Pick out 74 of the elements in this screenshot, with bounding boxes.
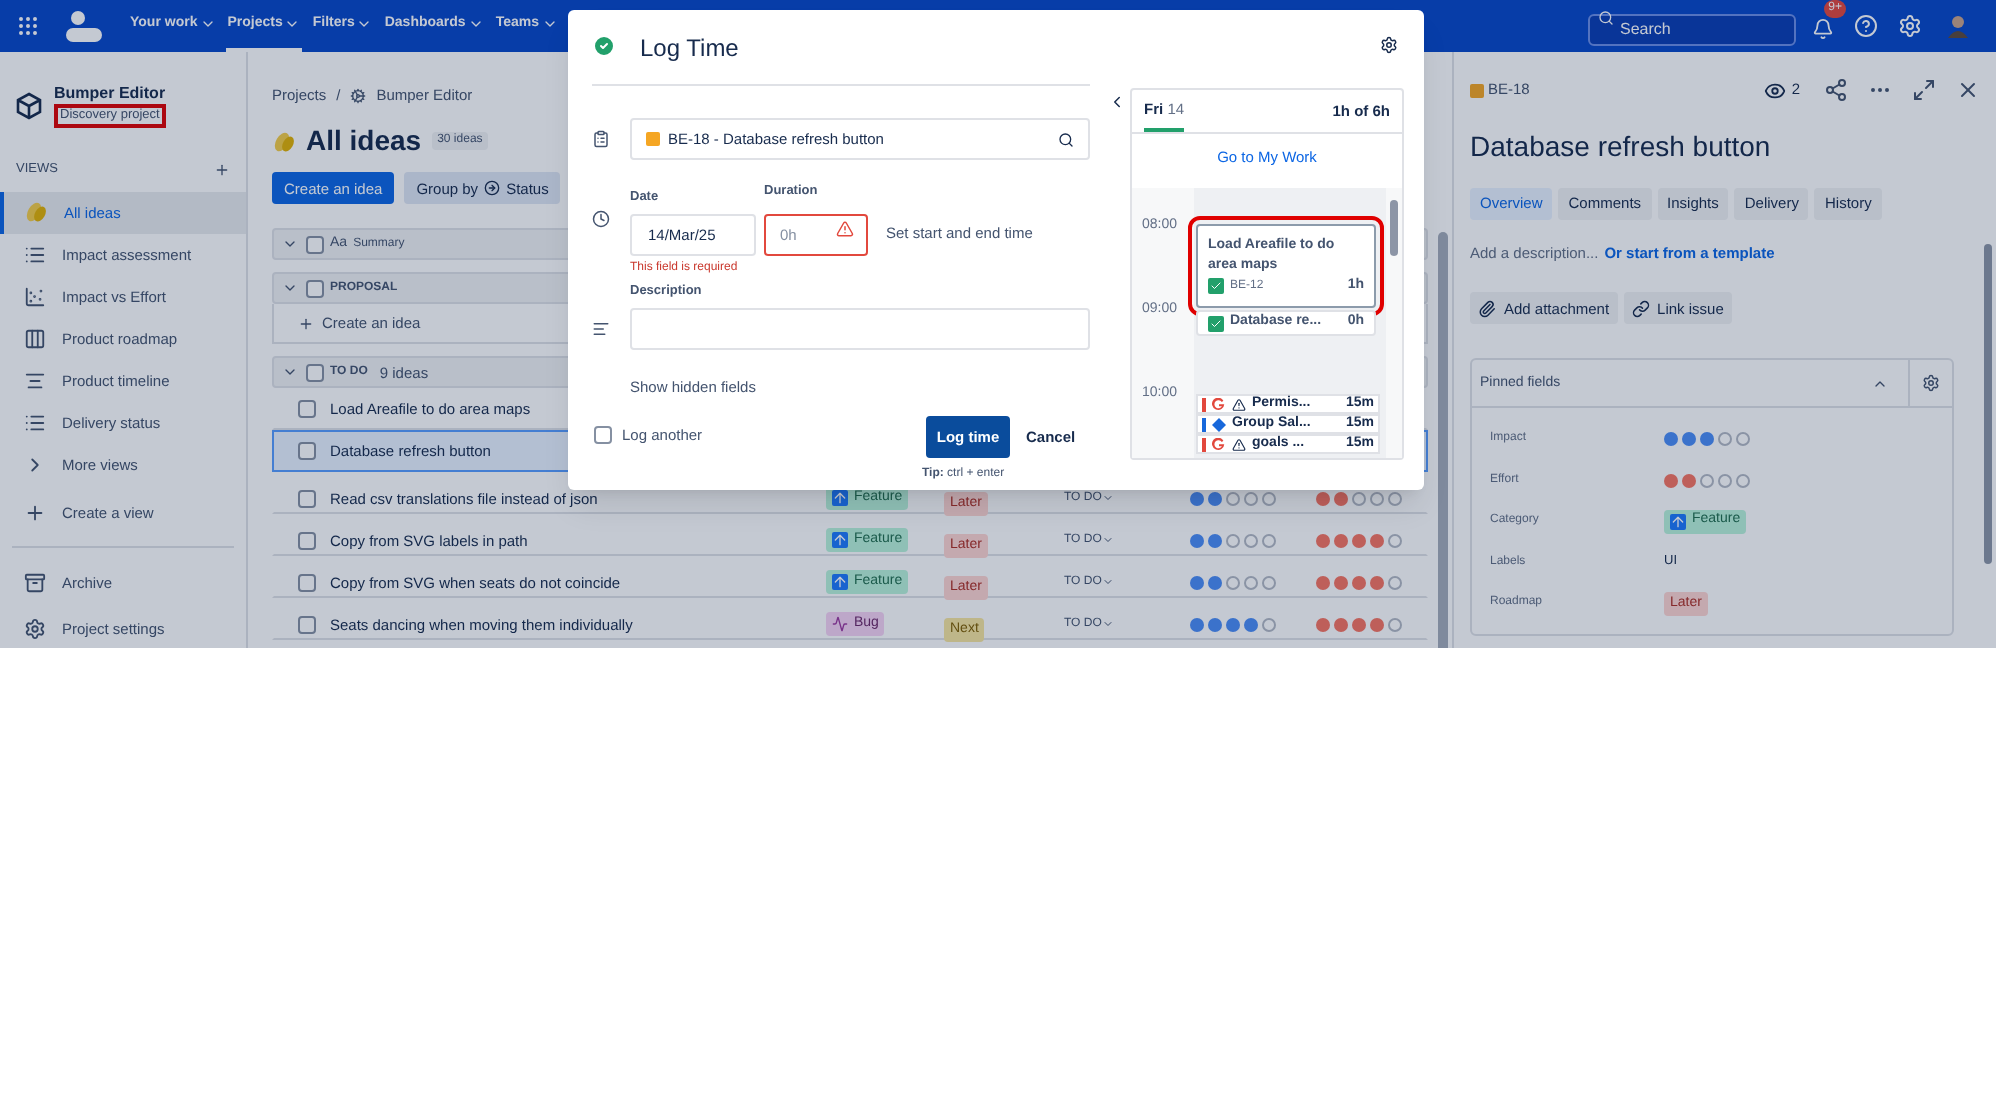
archive-icon (24, 571, 46, 594)
logo-icon[interactable] (66, 10, 102, 42)
description-field[interactable] (630, 307, 1090, 349)
project-name: Bumper Editor (54, 84, 166, 104)
row-checkbox[interactable] (298, 531, 316, 550)
search-icon (1598, 10, 1614, 26)
link-icon (1631, 299, 1650, 318)
scrollbar[interactable] (1984, 244, 1992, 564)
share-icon[interactable] (1824, 78, 1848, 102)
chevron-down-icon (467, 16, 484, 32)
avatar-icon[interactable] (1948, 14, 1968, 38)
timeline-icon (24, 369, 46, 392)
list-icon (24, 411, 46, 434)
close-icon[interactable] (1956, 78, 1980, 102)
log-another-checkbox[interactable] (594, 426, 612, 445)
row-checkbox[interactable] (298, 489, 316, 508)
list-icon (24, 243, 46, 266)
add-view-icon[interactable] (214, 161, 230, 178)
project-logo-icon (16, 92, 42, 120)
row-checkbox[interactable] (298, 615, 316, 634)
row-checkbox[interactable] (298, 442, 316, 461)
chevron-down-icon (356, 16, 373, 32)
search-icon (1058, 131, 1074, 147)
arrow-up-icon (1670, 513, 1686, 529)
settings-icon (24, 617, 46, 640)
status-icon (484, 180, 501, 197)
chevron-down-icon (1101, 492, 1114, 505)
paperclip-icon (1478, 299, 1496, 318)
app-switcher-icon[interactable] (16, 14, 40, 38)
idea-title: Database refresh button (1470, 128, 1773, 166)
columns-icon (24, 327, 46, 350)
project-icon (350, 87, 367, 104)
notifications-icon[interactable] (1812, 18, 1834, 40)
group-checkbox[interactable] (306, 279, 324, 298)
diamond-icon (1212, 417, 1226, 432)
idea-type-icon (1470, 83, 1484, 97)
page-title: All ideas (306, 122, 422, 161)
check-circle-icon (592, 34, 616, 58)
row-checkbox[interactable] (298, 573, 316, 592)
expand-icon[interactable] (1912, 78, 1936, 102)
description-icon (592, 319, 610, 337)
group-checkbox[interactable] (306, 363, 324, 382)
chevron-down-icon (1101, 534, 1114, 547)
collapse-icon[interactable] (1108, 92, 1126, 112)
done-check-icon (1208, 278, 1224, 295)
search-field[interactable]: Search (1588, 13, 1796, 45)
chevron-down-icon (199, 16, 216, 32)
chevron-down-icon (284, 16, 301, 32)
clock-icon (592, 210, 610, 228)
plus-icon (298, 315, 314, 332)
arrow-up-icon (832, 574, 848, 591)
plus-icon (24, 501, 46, 524)
chevron-down-icon (541, 16, 557, 32)
google-g-icon (1212, 437, 1226, 452)
arrow-up-icon (832, 532, 848, 549)
select-all-checkbox[interactable] (306, 235, 324, 254)
idea-type-icon (646, 132, 660, 146)
help-icon[interactable] (1854, 14, 1878, 38)
watch-icon[interactable] (1763, 79, 1786, 101)
clipboard-icon (592, 130, 610, 148)
chevron-down-icon (1101, 576, 1114, 589)
scatter-chart-icon (24, 285, 46, 308)
row-checkbox[interactable] (298, 400, 316, 419)
scrollbar[interactable] (1390, 200, 1398, 257)
bulb-leaves-icon (24, 200, 48, 225)
chevron-down-icon (1101, 618, 1114, 631)
done-check-icon (1208, 315, 1224, 331)
warning-icon (836, 219, 854, 238)
bulb-leaves-icon (272, 129, 296, 154)
squiggle-icon (832, 616, 848, 633)
google-g-icon (1212, 397, 1226, 412)
settings-icon[interactable] (1380, 36, 1398, 54)
scrollbar[interactable] (1438, 232, 1448, 648)
dialog-title: Log Time (640, 32, 739, 66)
